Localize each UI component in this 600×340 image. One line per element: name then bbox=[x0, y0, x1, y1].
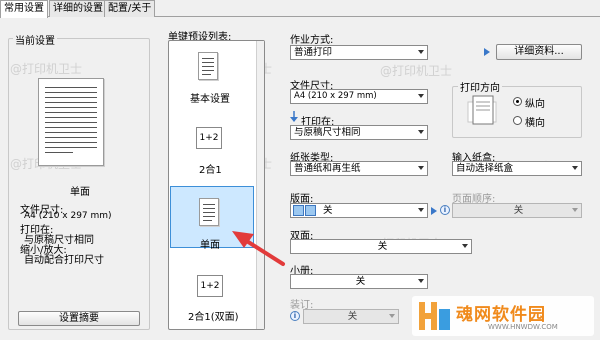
landscape-label: 横向 bbox=[525, 118, 545, 129]
site-badge-title: 魂网软件园 bbox=[456, 305, 546, 325]
preset-single-label: 单面 bbox=[200, 240, 220, 251]
current-layout-label: 单面 bbox=[70, 187, 90, 198]
play-icon[interactable] bbox=[484, 48, 490, 56]
booklet-select[interactable]: 关 bbox=[290, 274, 428, 289]
job-type-select[interactable]: 普通打印 bbox=[290, 45, 428, 60]
current-settings-caption: 当前设置 bbox=[13, 32, 57, 47]
preset-list-scrollbar[interactable] bbox=[256, 41, 264, 329]
layout-page-icon bbox=[293, 205, 304, 216]
preset-basic-icon bbox=[198, 52, 218, 80]
paper-size-value: A4 (210 x 297 mm) bbox=[294, 91, 377, 101]
info-icon: i bbox=[290, 311, 300, 321]
preset-2in1-duplex-label[interactable]: 2合1(双面) bbox=[188, 308, 239, 323]
portrait-radio[interactable] bbox=[513, 97, 522, 106]
booklet-value: 关 bbox=[355, 276, 366, 287]
preset-2in1-icon: 1+2 bbox=[196, 127, 222, 149]
preset-single-icon bbox=[199, 198, 219, 226]
tab-detailed-settings[interactable]: 详细的设置 bbox=[49, 0, 107, 17]
duplex-value: 关 bbox=[377, 241, 388, 252]
job-type-value: 普通打印 bbox=[294, 47, 333, 58]
input-tray-select[interactable]: 自动选择纸盒 bbox=[452, 161, 582, 176]
duplex-select[interactable]: 关 bbox=[290, 239, 472, 254]
preset-basic-label[interactable]: 基本设置 bbox=[190, 90, 230, 105]
portrait-label: 纵向 bbox=[525, 99, 545, 110]
watermark: @打印机卫士 bbox=[380, 64, 453, 78]
landscape-radio[interactable] bbox=[513, 116, 522, 125]
pointer-arrow-icon bbox=[232, 231, 285, 266]
input-tray-value: 自动选择纸盒 bbox=[456, 163, 514, 174]
info-paper-size-value: A4 (210 x 297 mm) bbox=[24, 211, 112, 221]
staple-select[interactable]: 关 bbox=[303, 309, 399, 324]
down-arrow-icon bbox=[290, 111, 298, 122]
paper-type-select[interactable]: 普通纸和再生纸 bbox=[290, 161, 428, 176]
info-zoom-value: 自动配合打印尺寸 bbox=[24, 255, 104, 266]
print-on-select[interactable]: 与原稿尺寸相同 bbox=[290, 125, 428, 140]
tab-bar: 常用设置 详细的设置 配置/关于 bbox=[0, 0, 600, 18]
info-icon: i bbox=[440, 205, 450, 215]
layout-page-icon bbox=[305, 205, 316, 216]
print-on-value: 与原稿尺寸相同 bbox=[294, 127, 361, 138]
tab-common-settings[interactable]: 常用设置 bbox=[0, 0, 48, 18]
play-icon[interactable] bbox=[431, 207, 437, 215]
paper-size-select[interactable]: A4 (210 x 297 mm) bbox=[290, 89, 428, 104]
page-preview bbox=[38, 78, 104, 166]
paper-type-value: 普通纸和再生纸 bbox=[294, 163, 361, 174]
preset-2in1-label[interactable]: 2合1 bbox=[199, 161, 222, 176]
job-type-label: 作业方式: bbox=[290, 35, 334, 46]
tab-config-about[interactable]: 配置/关于 bbox=[104, 0, 156, 17]
layout-select[interactable]: 关 bbox=[290, 203, 428, 218]
site-badge-url: WWW.HNWDW.COM bbox=[488, 323, 558, 331]
page-order-select[interactable]: 关 bbox=[452, 203, 582, 218]
details-button[interactable]: 详细资料... bbox=[496, 44, 582, 60]
layout-value: 关 bbox=[323, 205, 333, 216]
page-order-value: 关 bbox=[513, 205, 524, 216]
orientation-preview-icon bbox=[467, 95, 497, 125]
settings-summary-button[interactable]: 设置摘要 bbox=[18, 311, 140, 326]
preset-2in1-duplex-icon: 1+2 bbox=[197, 275, 223, 297]
orientation-caption: 打印方向 bbox=[458, 79, 502, 94]
site-logo-icon bbox=[419, 302, 450, 330]
staple-value: 关 bbox=[347, 311, 358, 322]
